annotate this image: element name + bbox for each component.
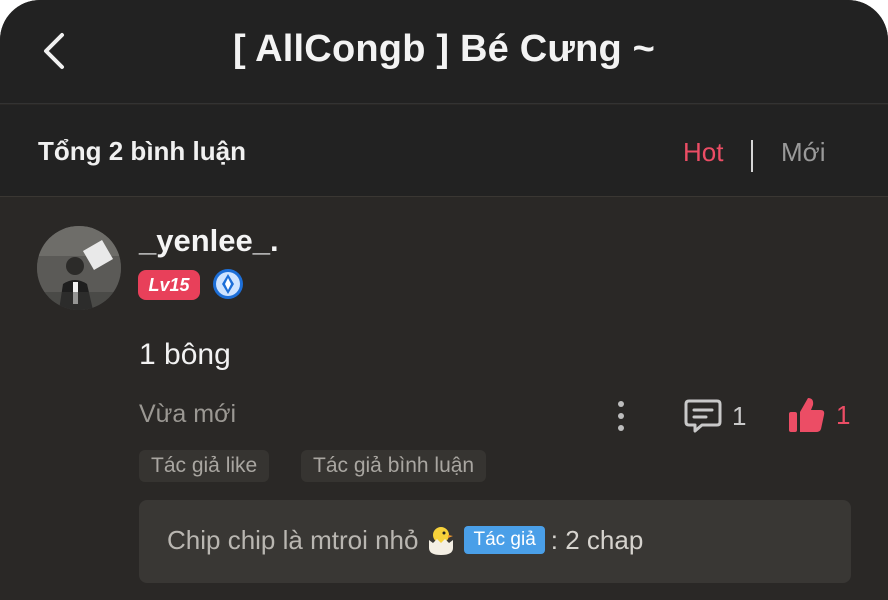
hatching-chick-icon <box>429 527 454 555</box>
reply-button[interactable]: 1 <box>684 396 746 436</box>
dot <box>618 413 624 419</box>
reply-preview[interactable]: Chip chip là mtroi nhỏ Tác giả : 2 chap <box>139 500 851 583</box>
dot <box>618 401 624 407</box>
avatar-photo <box>37 226 121 310</box>
like-button[interactable]: 1 <box>788 394 850 436</box>
more-options-button[interactable] <box>608 396 634 436</box>
reply-content: Chip chip là mtroi nhỏ Tác giả : 2 chap <box>167 524 643 556</box>
dot <box>618 425 624 431</box>
comment-time: Vừa mới <box>139 400 237 428</box>
sort-hot-tab[interactable]: Hot <box>683 137 723 168</box>
author-commented-tag: Tác giả bình luận <box>301 450 487 482</box>
header-bar: [ AllCongb ] Bé Cưng ~ <box>0 0 888 104</box>
sort-divider <box>751 140 753 172</box>
reply-count: 1 <box>732 400 747 431</box>
sort-new-tab[interactable]: Mới <box>781 137 825 168</box>
comment-icon <box>684 399 722 433</box>
author-liked-tag: Tác giả like <box>139 450 270 482</box>
comment-total: Tổng 2 bình luận <box>38 136 246 166</box>
reply-text: Chip chip là mtroi nhỏ <box>167 524 419 555</box>
comment-text: 1 bông <box>139 338 231 371</box>
blue-diamond-rank-icon <box>213 269 243 299</box>
avatar[interactable] <box>37 226 121 310</box>
page-title: [ AllCongb ] Bé Cưng ~ <box>232 28 656 70</box>
like-count: 1 <box>836 399 851 430</box>
author-badge: Tác giả <box>464 526 545 554</box>
username[interactable]: _yenlee_. <box>139 223 279 259</box>
level-badge: Lv15 <box>138 270 200 300</box>
comments-screen: [ AllCongb ] Bé Cưng ~ Tổng 2 bình luận … <box>0 0 888 600</box>
reply-suffix: : 2 chap <box>550 524 644 555</box>
thumbs-up-icon <box>789 398 825 432</box>
